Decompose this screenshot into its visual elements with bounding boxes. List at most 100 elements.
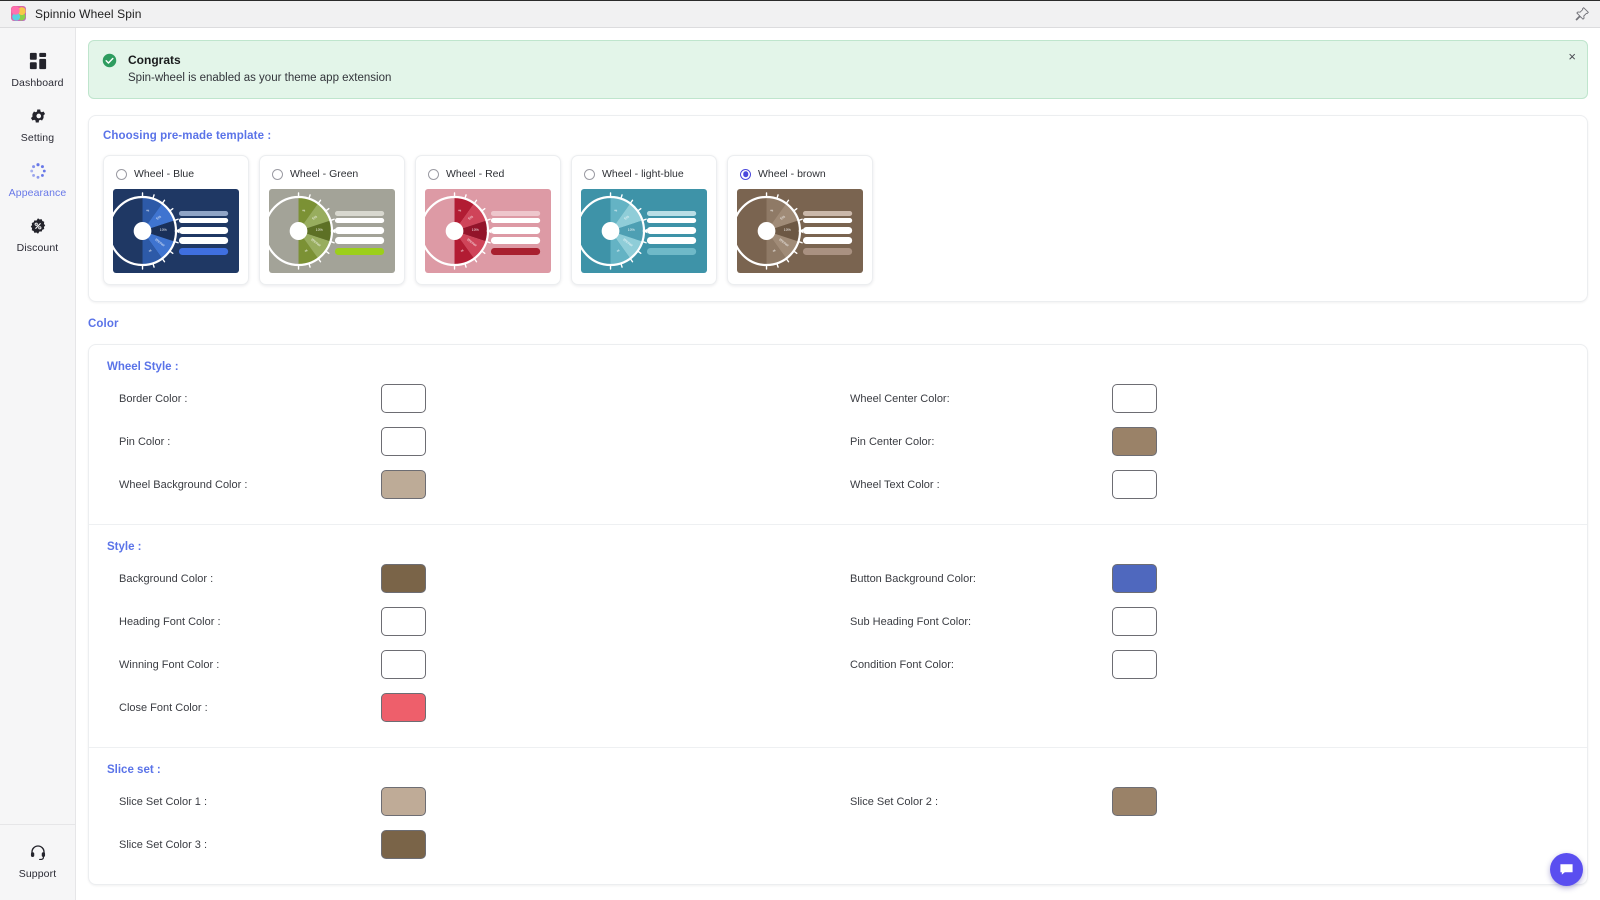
window-body: Dashboard Setting Appearance Discount Su… <box>0 28 1600 900</box>
template-card-header: Wheel - Red <box>425 165 551 180</box>
banner-title: Congrats <box>128 53 181 67</box>
color-swatch[interactable] <box>381 787 426 816</box>
color-field-label: Pin Color : <box>119 435 171 448</box>
color-swatch[interactable] <box>381 427 426 456</box>
color-group: Wheel Style : Border Color : Wheel Cente… <box>89 345 1587 525</box>
color-group-title: Slice set : <box>107 764 161 776</box>
svg-text:10%: 10% <box>160 228 168 232</box>
template-label: Wheel - Blue <box>134 168 195 180</box>
template-card-header: Wheel - Blue <box>113 165 239 180</box>
color-swatch[interactable] <box>381 384 426 413</box>
color-field: Wheel Center Color: <box>838 377 1569 420</box>
template-label: Wheel - Green <box>290 168 359 180</box>
svg-text:10%: 10% <box>472 228 480 232</box>
gear-icon <box>29 106 47 126</box>
window-title-bar: Spinnio Wheel Spin <box>0 0 1600 28</box>
color-field: Background Color : <box>107 557 838 600</box>
headset-icon <box>29 842 47 862</box>
template-card[interactable]: Wheel - Blue $5% 10% Winner $ <box>103 155 249 285</box>
template-radio[interactable] <box>116 168 127 180</box>
svg-text:10%: 10% <box>316 228 324 232</box>
color-field-label: Button Background Color: <box>850 572 976 585</box>
color-field: Button Background Color: <box>838 557 1569 600</box>
color-group: Slice set : Slice Set Color 1 : Slice Se… <box>89 748 1587 884</box>
color-section-heading: Color <box>88 318 119 330</box>
color-swatch[interactable] <box>381 650 426 679</box>
template-card-header: Wheel - light-blue <box>581 165 707 180</box>
banner-subtitle: Spin-wheel is enabled as your theme app … <box>128 72 392 84</box>
color-swatch[interactable] <box>1112 384 1157 413</box>
color-swatch[interactable] <box>1112 607 1157 636</box>
template-label: Wheel - Red <box>446 168 505 180</box>
sidebar-item-setting[interactable]: Setting <box>0 97 75 152</box>
template-radio[interactable] <box>584 168 595 180</box>
chat-support-button[interactable] <box>1550 853 1583 886</box>
color-field-label: Close Font Color : <box>119 701 208 714</box>
color-swatch[interactable] <box>381 693 426 722</box>
window-title: Spinnio Wheel Spin <box>35 6 142 21</box>
sidebar-item-label: Setting <box>20 132 55 144</box>
sidebar-item-label: Support <box>18 868 57 880</box>
spinner-dots-icon <box>29 161 47 181</box>
color-field-grid: Slice Set Color 1 : Slice Set Color 2 : … <box>107 780 1569 866</box>
sidebar-item-appearance[interactable]: Appearance <box>0 152 75 207</box>
template-card[interactable]: Wheel - brown $5% 10% Winner $ <box>727 155 873 285</box>
success-banner: Congrats Spin-wheel is enabled as your t… <box>88 40 1588 99</box>
success-check-icon <box>102 53 117 68</box>
template-card[interactable]: Wheel - light-blue $5% 10% Winner $ <box>571 155 717 285</box>
sidebar-item-support[interactable]: Support <box>0 833 75 888</box>
color-field-label: Wheel Text Color : <box>850 478 940 491</box>
color-swatch[interactable] <box>1112 427 1157 456</box>
sidebar: Dashboard Setting Appearance Discount Su… <box>0 28 76 900</box>
banner-close-button[interactable]: × <box>1568 50 1576 63</box>
discount-badge-icon <box>29 216 47 236</box>
color-field-label: Condition Font Color: <box>850 658 954 671</box>
template-picker-heading: Choosing pre-made template : <box>103 130 272 142</box>
color-section: Color Wheel Style : Border Color : Wheel… <box>88 318 1588 885</box>
template-label: Wheel - brown <box>758 168 826 180</box>
template-list: Wheel - Blue $5% 10% Winner $ Wheel - Green <box>103 155 1573 285</box>
color-field-label: Slice Set Color 1 : <box>119 795 208 808</box>
template-picker-card: Choosing pre-made template : Wheel - Blu… <box>88 115 1588 302</box>
color-swatch[interactable] <box>381 470 426 499</box>
sidebar-bottom-section: Support <box>0 824 75 900</box>
template-radio[interactable] <box>740 168 751 180</box>
color-swatch[interactable] <box>1112 470 1157 499</box>
wheel-preview-image: $5% 10% Winner $ <box>269 189 395 273</box>
color-field-label: Border Color : <box>119 392 188 405</box>
color-swatch[interactable] <box>1112 650 1157 679</box>
chat-bubble-icon <box>1560 864 1573 875</box>
color-field-label: Background Color : <box>119 572 214 585</box>
template-radio[interactable] <box>272 168 283 180</box>
color-group-title: Style : <box>107 541 142 553</box>
color-swatch[interactable] <box>381 607 426 636</box>
color-swatch[interactable] <box>1112 787 1157 816</box>
template-radio[interactable] <box>428 168 439 180</box>
app-window: Spinnio Wheel Spin Dashboard Setting App… <box>0 0 1600 900</box>
color-swatch[interactable] <box>381 830 426 859</box>
sidebar-item-dashboard[interactable]: Dashboard <box>0 42 75 97</box>
wheel-preview-image: $5% 10% Winner $ <box>425 189 551 273</box>
svg-text:10%: 10% <box>784 228 792 232</box>
color-group: Style : Background Color : Button Backgr… <box>89 525 1587 748</box>
color-field: Condition Font Color: <box>838 643 1569 686</box>
color-field-label: Sub Heading Font Color: <box>850 615 972 628</box>
banner-text-block: Congrats Spin-wheel is enabled as your t… <box>128 52 391 86</box>
spinnio-logo-icon <box>11 6 26 21</box>
color-field-label: Wheel Background Color : <box>119 478 248 491</box>
color-field-grid: Background Color : Button Background Col… <box>107 557 1569 729</box>
color-field: Wheel Background Color : <box>107 463 838 506</box>
color-swatch[interactable] <box>381 564 426 593</box>
color-field: Slice Set Color 2 : <box>838 780 1569 823</box>
template-card[interactable]: Wheel - Green $5% 10% Winner $ <box>259 155 405 285</box>
color-swatch[interactable] <box>1112 564 1157 593</box>
dashboard-grid-icon <box>29 51 47 71</box>
color-field: Pin Color : <box>107 420 838 463</box>
wheel-preview-image: $5% 10% Winner $ <box>581 189 707 273</box>
template-card[interactable]: Wheel - Red $5% 10% Winner $ <box>415 155 561 285</box>
template-card-header: Wheel - brown <box>737 165 863 180</box>
sidebar-item-discount[interactable]: Discount <box>0 207 75 262</box>
main-content: Congrats Spin-wheel is enabled as your t… <box>76 28 1600 900</box>
sidebar-item-label: Appearance <box>8 187 67 199</box>
pin-icon[interactable] <box>1574 6 1590 22</box>
